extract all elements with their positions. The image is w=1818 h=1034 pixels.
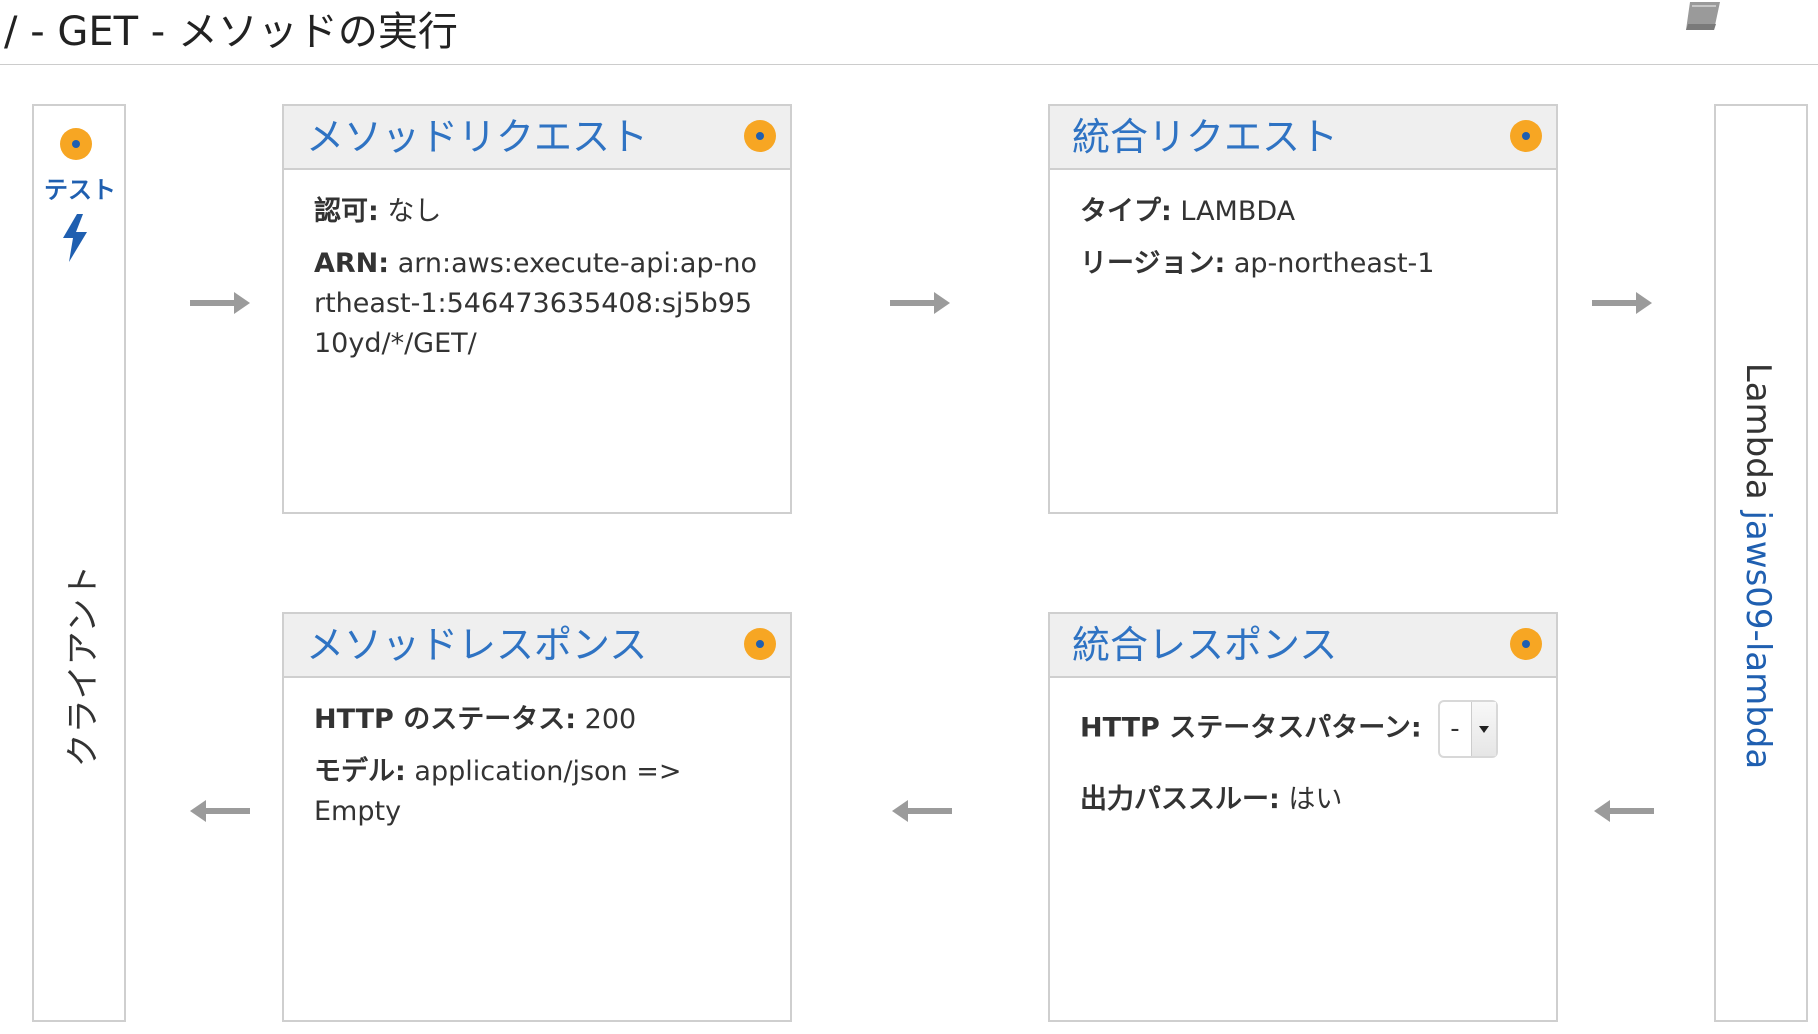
model-label: モデル: bbox=[314, 756, 406, 787]
method-request-title-link[interactable]: メソッドリクエスト bbox=[306, 115, 648, 159]
status-pattern-row: HTTP ステータスパターン: - bbox=[1080, 700, 1526, 758]
http-status-row: HTTP のステータス: 200 bbox=[314, 700, 760, 740]
book-icon[interactable] bbox=[1680, 0, 1728, 34]
integration-request-title-link[interactable]: 統合リクエスト bbox=[1072, 115, 1338, 159]
chevron-down-icon[interactable] bbox=[1471, 702, 1497, 756]
client-column: テスト クライアント bbox=[32, 104, 126, 1022]
method-response-header: メソッドレスポンス bbox=[284, 614, 790, 678]
status-dot-icon[interactable] bbox=[1510, 628, 1542, 660]
passthrough-row: 出力パススルー: はい bbox=[1080, 780, 1526, 820]
http-status-label: HTTP のステータス: bbox=[314, 704, 577, 735]
integration-request-header: 統合リクエスト bbox=[1050, 106, 1556, 170]
method-response-title-link[interactable]: メソッドレスポンス bbox=[306, 623, 647, 667]
region-label: リージョン: bbox=[1080, 248, 1226, 279]
arrow-left-icon bbox=[190, 800, 250, 822]
client-label: クライアント bbox=[63, 564, 104, 768]
auth-label: 認可: bbox=[314, 196, 379, 227]
arrow-left-icon bbox=[892, 800, 952, 822]
status-pattern-label: HTTP ステータスパターン: bbox=[1080, 712, 1422, 744]
method-request-header: メソッドリクエスト bbox=[284, 106, 790, 170]
arrow-right-icon bbox=[890, 292, 950, 314]
integration-request-panel: 統合リクエスト タイプ: LAMBDA リージョン: ap-northeast-… bbox=[1048, 104, 1558, 514]
lambda-column: Lambda jaws09-lambda bbox=[1714, 104, 1808, 1022]
arrow-right-icon bbox=[1592, 292, 1652, 314]
status-dot-icon[interactable] bbox=[1510, 120, 1542, 152]
model-row: モデル: application/json => Empty bbox=[314, 752, 760, 832]
type-value: LAMBDA bbox=[1180, 196, 1296, 227]
method-request-panel: メソッドリクエスト 認可: なし ARN: arn:aws:execute-ap… bbox=[282, 104, 792, 514]
region-value: ap-northeast-1 bbox=[1233, 248, 1435, 279]
arn-label: ARN: bbox=[314, 248, 390, 279]
type-row: タイプ: LAMBDA bbox=[1080, 192, 1526, 232]
region-row: リージョン: ap-northeast-1 bbox=[1080, 244, 1526, 284]
arn-row: ARN: arn:aws:execute-api:ap-northeast-1:… bbox=[314, 244, 760, 364]
page-title: / - GET - メソッドの実行 bbox=[4, 9, 458, 55]
auth-row: 認可: なし bbox=[314, 192, 760, 232]
passthrough-value: はい bbox=[1288, 784, 1343, 815]
auth-value: なし bbox=[387, 196, 442, 227]
lambda-label: Lambda jaws09-lambda bbox=[1738, 363, 1778, 769]
integration-response-panel: 統合レスポンス HTTP ステータスパターン: - 出力パススルー: はい bbox=[1048, 612, 1558, 1022]
http-status-value: 200 bbox=[584, 704, 637, 735]
integration-response-header: 統合レスポンス bbox=[1050, 614, 1556, 678]
method-response-panel: メソッドレスポンス HTTP のステータス: 200 モデル: applicat… bbox=[282, 612, 792, 1022]
title-divider bbox=[0, 64, 1818, 65]
status-dot-icon[interactable] bbox=[60, 128, 92, 160]
lambda-function-link[interactable]: jaws09-lambda bbox=[1738, 510, 1778, 769]
type-label: タイプ: bbox=[1080, 196, 1172, 227]
lightning-bolt-icon[interactable] bbox=[61, 214, 89, 262]
integration-response-title-link[interactable]: 統合レスポンス bbox=[1072, 623, 1337, 667]
status-pattern-select[interactable]: - bbox=[1438, 700, 1499, 758]
status-dot-icon[interactable] bbox=[744, 120, 776, 152]
passthrough-label: 出力パススルー: bbox=[1080, 784, 1280, 815]
status-dot-icon[interactable] bbox=[744, 628, 776, 660]
lambda-prefix: Lambda bbox=[1738, 362, 1778, 500]
arrow-left-icon bbox=[1594, 800, 1654, 822]
status-pattern-value: - bbox=[1450, 714, 1460, 744]
arrow-right-icon bbox=[190, 292, 250, 314]
test-link[interactable]: テスト bbox=[34, 170, 126, 205]
